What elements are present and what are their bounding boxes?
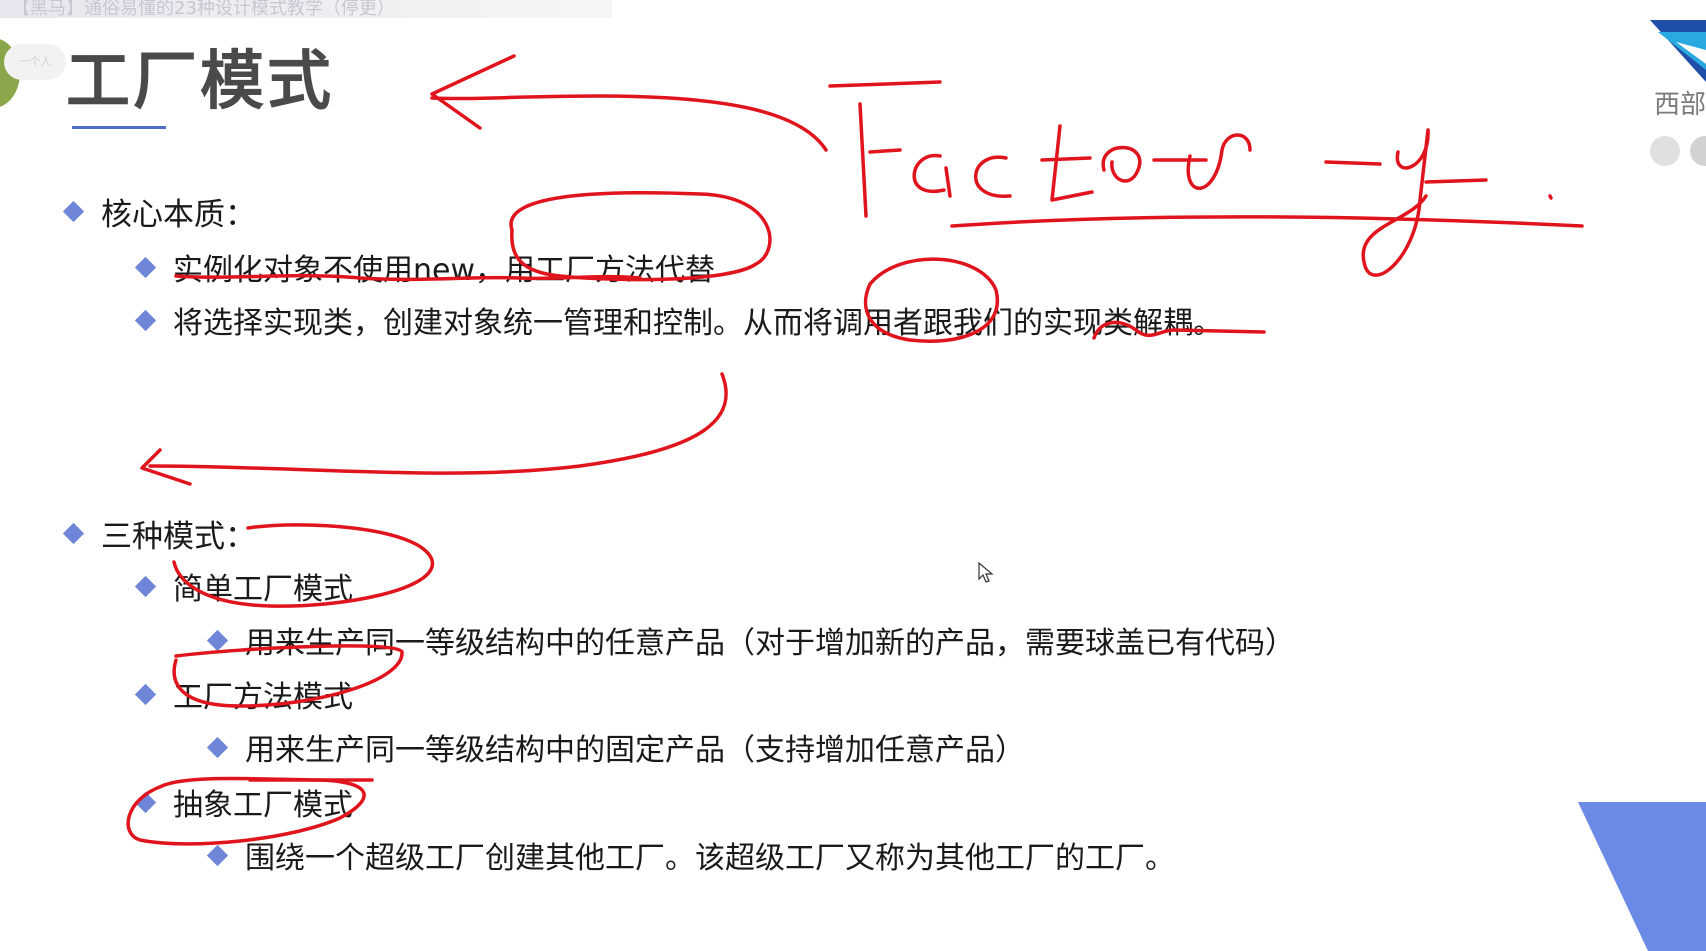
- ink-word-factory: [828, 80, 1553, 277]
- section-heading-text: 三种模式：: [101, 519, 256, 555]
- diamond-icon: [134, 791, 157, 813]
- list-item: 工厂方法模式: [134, 672, 353, 716]
- diamond-icon: [134, 683, 157, 705]
- ink-arrow-middle: [148, 372, 728, 475]
- list-item-text: 简单工厂模式: [173, 572, 353, 607]
- diamond-icon: [62, 522, 85, 545]
- video-title-banner: 【黑马】通俗易懂的23种设计模式教学（停更）: [0, 0, 612, 18]
- sub-list-item: 围绕一个超级工厂创建其他工厂。该超级工厂又称为其他工厂的工厂。: [206, 833, 1175, 877]
- list-item-text: 工厂方法模式: [173, 680, 353, 715]
- diamond-icon: [134, 575, 157, 597]
- sub-list-item-text: 用来生产同一等级结构中的任意产品（对于增加新的产品，需要球盖已有代码）: [245, 626, 1295, 661]
- logo-text: 西部: [1654, 90, 1706, 120]
- logo-icon: [1650, 20, 1706, 82]
- side-pill: 一个人: [4, 44, 66, 80]
- ink-factory-underline: [950, 215, 1584, 228]
- diamond-icon: [134, 256, 157, 278]
- sub-list-item-text: 围绕一个超级工厂创建其他工厂。该超级工厂又称为其他工厂的工厂。: [245, 841, 1175, 876]
- diamond-icon: [134, 309, 157, 331]
- title-underline: [72, 126, 166, 129]
- diamond-icon: [206, 629, 229, 651]
- corner-decoration: [1578, 802, 1706, 951]
- diamond-icon: [62, 200, 85, 223]
- sub-list-item: 用来生产同一等级结构中的任意产品（对于增加新的产品，需要球盖已有代码）: [206, 618, 1295, 662]
- list-item: 实例化对象不使用new，用工厂方法代替: [134, 245, 716, 289]
- ink-arrowhead-middle: [140, 448, 192, 486]
- list-item: 简单工厂模式: [134, 564, 353, 608]
- list-item: 抽象工厂模式: [134, 780, 353, 824]
- list-item-text: 实例化对象不使用new，用工厂方法代替: [173, 253, 716, 288]
- section-heading-text: 核心本质：: [101, 197, 256, 233]
- control-dot: [1650, 136, 1680, 166]
- section-heading: 三种模式：: [62, 511, 256, 556]
- sub-list-item: 用来生产同一等级结构中的固定产品（支持增加任意产品）: [206, 725, 1025, 769]
- sub-list-item-text: 用来生产同一等级结构中的固定产品（支持增加任意产品）: [245, 733, 1025, 768]
- section-heading: 核心本质：: [62, 189, 256, 234]
- mouse-cursor-icon: [978, 562, 994, 583]
- list-item-text: 将选择实现类，创建对象统一管理和控制。从而将调用者跟我们的实现类解耦。: [173, 306, 1223, 341]
- list-item: 将选择实现类，创建对象统一管理和控制。从而将调用者跟我们的实现类解耦。: [134, 298, 1223, 342]
- list-item-text: 抽象工厂模式: [173, 788, 353, 823]
- ink-arrow-top: [430, 94, 828, 152]
- diamond-icon: [206, 736, 229, 758]
- ink-arrowhead-top: [430, 54, 516, 130]
- page-title: 工厂模式: [66, 45, 334, 119]
- diamond-icon: [206, 844, 229, 866]
